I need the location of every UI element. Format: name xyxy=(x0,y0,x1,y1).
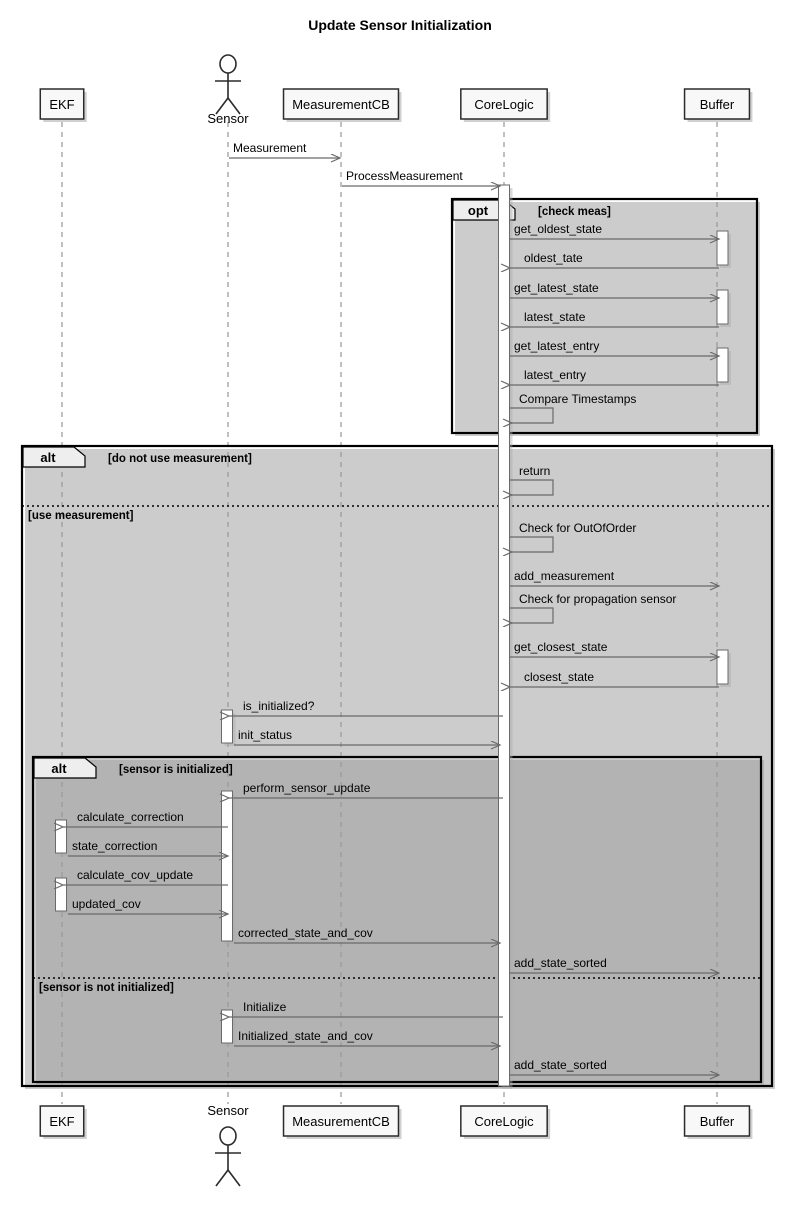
message-label: Check for propagation sensor xyxy=(519,592,676,606)
participant-label: Sensor xyxy=(207,111,249,126)
message-label: add_state_sorted xyxy=(514,956,607,970)
message-label: add_measurement xyxy=(514,569,615,583)
activation-bar-buffer xyxy=(716,347,731,385)
participant-corelogic-bottom[interactable]: CoreLogic xyxy=(460,1105,551,1139)
message-label: is_initialized? xyxy=(243,699,315,713)
message-label: state_correction xyxy=(72,839,157,853)
message-label: return xyxy=(519,464,550,478)
participant-label: Sensor xyxy=(207,1103,249,1118)
fragment-guard-label: [check meas] xyxy=(538,206,611,218)
participant-label: Buffer xyxy=(700,97,735,112)
activation-bar-buffer xyxy=(716,289,731,327)
activation-rect xyxy=(221,709,233,744)
page-title: Update Sensor Initialization xyxy=(308,17,492,33)
participant-label: Buffer xyxy=(700,1114,735,1129)
fragment-kind-label: alt xyxy=(51,761,67,776)
activation-rect xyxy=(221,1009,233,1044)
message-label: latest_entry xyxy=(524,368,586,382)
actor-head-icon xyxy=(219,54,237,74)
activation-bar-sensor xyxy=(221,1009,236,1046)
message-label: get_closest_state xyxy=(514,640,608,654)
participant-measurementcb-bottom[interactable]: MeasurementCB xyxy=(282,1105,402,1139)
activation-rect xyxy=(716,230,729,266)
activation-rect xyxy=(55,819,67,854)
participant-buffer-bottom[interactable]: Buffer xyxy=(683,1105,753,1139)
sequence-diagram-canvas: Update Sensor Initialization opt [check m… xyxy=(0,0,800,1216)
participant-label: EKF xyxy=(49,1114,74,1129)
message-label: Initialize xyxy=(243,1000,287,1014)
activation-bar-corelogic xyxy=(498,184,513,1089)
actor-head-icon xyxy=(219,1126,237,1146)
participant-ekf-bottom[interactable]: EKF xyxy=(39,1105,87,1139)
participant-label: MeasurementCB xyxy=(292,1114,390,1129)
message-label: ProcessMeasurement xyxy=(346,169,463,183)
participant-buffer-top[interactable]: Buffer xyxy=(683,88,753,122)
activation-rect xyxy=(716,649,729,685)
participant-label: EKF xyxy=(49,97,74,112)
message-label: Initialized_state_and_cov xyxy=(238,1029,373,1043)
message-label: Compare Timestamps xyxy=(519,392,636,406)
fragment-alt-f3: alt [sensor is initialized] [sensor is not… xyxy=(31,755,764,1085)
message-label: oldest_tate xyxy=(524,251,583,265)
message-label: get_oldest_state xyxy=(514,222,602,236)
message-label: get_latest_state xyxy=(514,281,599,295)
message-label: Measurement xyxy=(233,141,307,155)
activation-bar-ekf xyxy=(55,877,70,914)
fragment-section-guard-label: [use measurement] xyxy=(28,510,134,522)
fragment-kind-label: alt xyxy=(40,450,56,465)
fragment-kind-label: opt xyxy=(468,203,489,218)
participant-label: CoreLogic xyxy=(474,97,534,112)
activation-rect xyxy=(716,289,729,325)
fragment-shadow xyxy=(36,760,764,1085)
fragment-guard-label: [sensor is initialized] xyxy=(119,764,233,776)
activation-bar-ekf xyxy=(55,819,70,856)
fragment-section-guard-label: [sensor is not initialized] xyxy=(39,982,174,994)
message-label: calculate_cov_update xyxy=(77,868,193,882)
message-label: calculate_correction xyxy=(77,810,184,824)
activation-bar-sensor xyxy=(221,790,236,944)
activation-rect xyxy=(221,790,233,942)
participant-label: MeasurementCB xyxy=(292,97,390,112)
message-label: Check for OutOfOrder xyxy=(519,521,636,535)
message-label: get_latest_entry xyxy=(514,339,599,353)
activation-bar-buffer xyxy=(716,230,731,268)
message-label: latest_state xyxy=(524,310,586,324)
participant-corelogic-top[interactable]: CoreLogic xyxy=(460,88,551,122)
activation-rect xyxy=(498,184,510,1087)
activation-rect xyxy=(55,877,67,912)
fragment-guard-label: [do not use measurement] xyxy=(108,453,252,465)
activation-bar-buffer xyxy=(716,649,731,687)
activation-rect xyxy=(716,347,729,383)
message-label: updated_cov xyxy=(72,897,141,911)
message-label: perform_sensor_update xyxy=(243,781,371,795)
participant-label: CoreLogic xyxy=(474,1114,534,1129)
message-label: init_status xyxy=(238,728,292,742)
message-label: closest_state xyxy=(524,670,594,684)
message-label: corrected_state_and_cov xyxy=(238,926,373,940)
message-label: add_state_sorted xyxy=(514,1058,607,1072)
participant-measurementcb-top[interactable]: MeasurementCB xyxy=(282,88,402,122)
participant-ekf-top[interactable]: EKF xyxy=(39,88,87,122)
